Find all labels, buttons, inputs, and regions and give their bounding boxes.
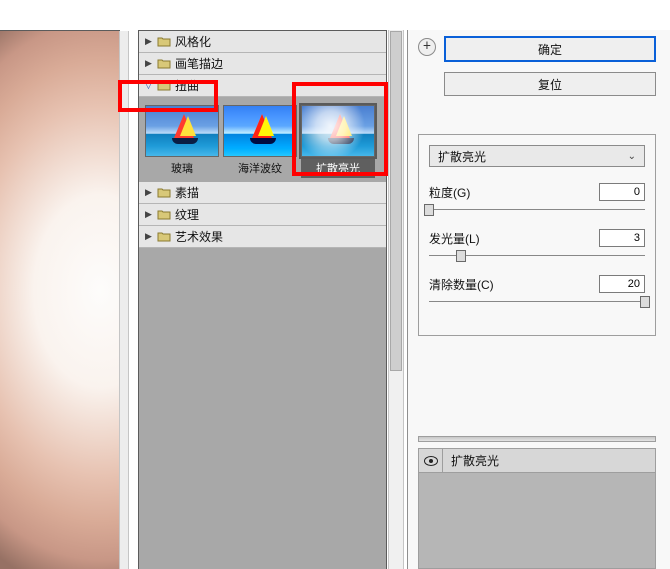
preview-pane (0, 30, 120, 569)
params-box: 扩散亮光 ⌄ 粒度(G) 发光量(L) 清除数量(C) (418, 134, 656, 336)
cat-sketch[interactable]: ▶ 素描 (139, 182, 386, 204)
distort-thumbs: 玻璃 海洋波纹 扩散亮光 (139, 97, 386, 182)
grain-input[interactable] (599, 183, 645, 201)
thumb-label: 海洋波纹 (223, 157, 297, 178)
thumb-ocean[interactable]: 海洋波纹 (223, 105, 297, 178)
filter-select[interactable]: 扩散亮光 ⌄ (429, 145, 645, 167)
folder-icon (157, 231, 171, 242)
effect-layers: 扩散亮光 (418, 448, 656, 569)
filter-tree: ▶ 风格化 ▶ 画笔描边 ▽ 扭曲 玻璃 (138, 30, 387, 569)
cat-label: 艺术效果 (175, 228, 223, 245)
chevron-right-icon: ▶ (145, 231, 155, 242)
chevron-right-icon: ▶ (145, 209, 155, 220)
cat-label: 扭曲 (175, 77, 199, 94)
chevron-right-icon: ▶ (145, 58, 155, 69)
cat-brush[interactable]: ▶ 画笔描边 (139, 53, 386, 75)
chevron-right-icon: ▶ (145, 187, 155, 198)
clear-input[interactable] (599, 275, 645, 293)
param-label: 清除数量(C) (429, 276, 494, 293)
filter-tree-panel: ▶ 风格化 ▶ 画笔描边 ▽ 扭曲 玻璃 (138, 30, 404, 569)
param-label: 发光量(L) (429, 230, 480, 247)
folder-icon (157, 209, 171, 220)
scrollbar-thumb[interactable] (390, 31, 402, 371)
ok-button[interactable]: 确定 (444, 36, 656, 62)
chevron-right-icon: ▶ (145, 36, 155, 47)
cat-label: 风格化 (175, 33, 211, 50)
cat-label: 素描 (175, 184, 199, 201)
thumb-diffuse-glow[interactable]: 扩散亮光 (301, 105, 375, 178)
thumb-label: 扩散亮光 (301, 157, 375, 178)
cat-label: 纹理 (175, 206, 199, 223)
layer-row[interactable]: 扩散亮光 (419, 449, 655, 473)
chevron-down-icon: ⌄ (628, 151, 636, 162)
cat-distort[interactable]: ▽ 扭曲 (139, 75, 386, 97)
filter-select-value: 扩散亮光 (438, 148, 486, 165)
controls-panel: ⵜ 确定 复位 扩散亮光 ⌄ 粒度(G) 发光量(L) 清除数量(C) (407, 30, 670, 569)
cat-artistic[interactable]: ▶ 艺术效果 (139, 226, 386, 248)
chevron-down-icon: ▽ (145, 80, 155, 91)
thumb-label: 玻璃 (145, 157, 219, 178)
folder-icon (157, 36, 171, 47)
cat-texture[interactable]: ▶ 纹理 (139, 204, 386, 226)
layer-name: 扩散亮光 (443, 452, 499, 469)
glow-slider[interactable] (429, 249, 645, 263)
thumb-glass[interactable]: 玻璃 (145, 105, 219, 178)
folder-icon (157, 80, 171, 91)
glow-input[interactable] (599, 229, 645, 247)
folder-icon (157, 58, 171, 69)
cancel-button[interactable]: 复位 (444, 72, 656, 96)
visibility-toggle[interactable] (419, 449, 443, 473)
grain-slider[interactable] (429, 203, 645, 217)
cat-stylize[interactable]: ▶ 风格化 (139, 31, 386, 53)
cat-label: 画笔描边 (175, 55, 223, 72)
clear-slider[interactable] (429, 295, 645, 309)
folder-icon (157, 187, 171, 198)
param-label: 粒度(G) (429, 184, 470, 201)
panel-divider[interactable] (418, 436, 656, 442)
tree-scrollbar[interactable] (388, 30, 404, 569)
collapse-button[interactable]: ⵜ (418, 38, 436, 56)
